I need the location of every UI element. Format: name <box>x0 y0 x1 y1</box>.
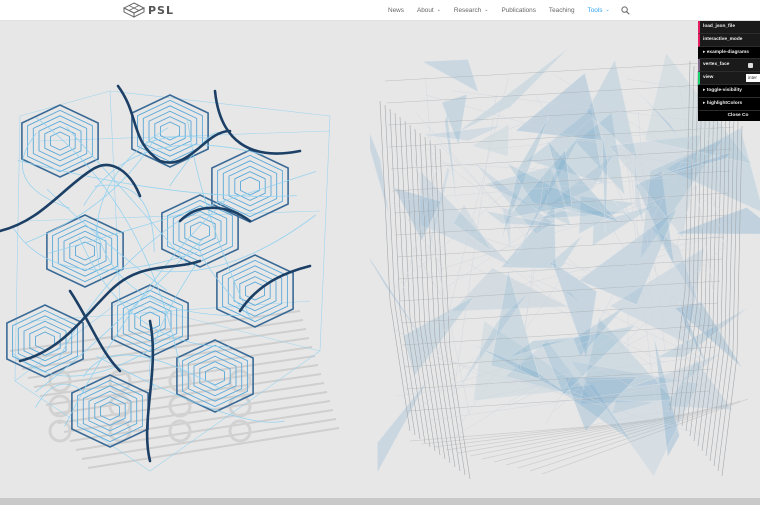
force-edge <box>400 357 475 428</box>
hex-ring <box>142 105 198 157</box>
nav-publications-label: Publications <box>501 6 536 14</box>
view-input[interactable]: inter <box>746 74 760 83</box>
control-panel: load_json_file interactive_mode ▸ exampl… <box>698 21 760 121</box>
form-diagram-viewport[interactable] <box>0 21 370 498</box>
polyhedron-face <box>377 380 428 473</box>
nav-about-label: About <box>416 6 434 14</box>
chevron-down-icon: ⌄ <box>436 7 441 13</box>
vertex-face-label: vertex_face <box>703 62 730 68</box>
wire-band <box>58 216 186 359</box>
nav-tools[interactable]: Tools ⌄ <box>588 7 610 14</box>
logo-text: PSL <box>148 3 174 17</box>
hex-ring <box>154 116 186 146</box>
hex-ring <box>172 205 228 257</box>
form-diagram-canvas[interactable] <box>0 21 370 498</box>
interactive-mode-label: interactive_mode <box>703 36 743 42</box>
hex-ring <box>222 259 288 323</box>
cage-edge <box>14 115 21 382</box>
interactive-mode-button[interactable]: interactive_mode <box>698 33 760 47</box>
chevron-down-icon: ⌄ <box>605 7 610 13</box>
hex-ring <box>240 176 260 196</box>
view-field-row: view inter <box>698 72 760 85</box>
cage-edge <box>14 300 121 382</box>
wire-band <box>169 132 221 187</box>
hex-ring <box>245 281 265 301</box>
load-json-file-label: load_json_file <box>703 24 735 29</box>
highlight-colors-label: highlightColors <box>706 100 743 106</box>
nav-teaching[interactable]: Teaching <box>549 7 575 14</box>
hex-ring <box>227 265 283 317</box>
nav-about[interactable]: About ⌄ <box>417 7 441 14</box>
close-controls-button[interactable]: Close Co <box>698 110 760 121</box>
structure-edge <box>238 264 312 313</box>
shadow-line <box>81 418 337 460</box>
nav-tools-label: Tools <box>587 6 603 14</box>
hex-ring <box>239 276 271 306</box>
view-label: view <box>703 75 714 81</box>
nav-research-label: Research <box>453 6 482 14</box>
toggle-visibility-label: toggle-visibility <box>706 87 742 93</box>
load-json-file-button[interactable]: load_json_file <box>698 21 760 34</box>
nav-teaching-label: Teaching <box>548 6 575 14</box>
hex-ring <box>228 165 272 207</box>
wire-band <box>83 144 264 206</box>
cage-edge <box>24 210 321 222</box>
polyhedron-face <box>421 59 479 93</box>
hex-ring <box>27 109 93 173</box>
wire-band <box>66 126 190 268</box>
structure-edge <box>213 89 302 155</box>
cage-edge <box>19 90 111 117</box>
search-icon[interactable] <box>621 5 630 15</box>
hex-ring <box>222 160 278 212</box>
example-diagrams-folder[interactable]: ▸ example-diagrams <box>698 46 760 60</box>
nav-news-label: News <box>388 6 404 14</box>
nav-publications[interactable]: Publications <box>501 7 535 14</box>
chevron-down-icon: ⌄ <box>484 7 489 13</box>
cage-edge <box>149 350 321 472</box>
horizontal-scrollbar[interactable] <box>0 498 760 505</box>
grid-frame <box>384 104 416 436</box>
top-navigation-bar: PSL News About ⌄ Research ⌄ Publications… <box>0 0 760 21</box>
site-logo[interactable]: PSL <box>123 2 174 18</box>
grid-frame <box>379 100 411 432</box>
hex-ring <box>190 221 210 241</box>
vertex-face-toggle[interactable]: vertex_face <box>698 59 760 73</box>
example-diagrams-label: example-diagrams <box>706 49 749 55</box>
logo-cube-icon <box>123 2 145 18</box>
hex-ring <box>50 131 70 151</box>
shadow-ring <box>168 369 192 393</box>
nav-research[interactable]: Research ⌄ <box>454 7 489 14</box>
polyhedron-face <box>370 132 390 217</box>
grid-frame <box>389 108 421 440</box>
wire-band <box>25 139 155 244</box>
wire-band <box>46 188 168 291</box>
nav-news[interactable]: News <box>388 7 404 14</box>
highlight-colors-folder[interactable]: ▸ highlightColors <box>698 97 760 111</box>
cage-edge <box>319 115 331 352</box>
toggle-visibility-folder[interactable]: ▸ toggle-visibility <box>698 84 760 98</box>
polyhedron-face <box>675 207 760 235</box>
main-nav: News About ⌄ Research ⌄ Publications Tea… <box>388 0 630 20</box>
vertex-face-checkbox[interactable] <box>748 63 753 69</box>
wire-band <box>11 225 198 271</box>
grid-frame <box>404 120 436 452</box>
hex-ring <box>44 126 76 156</box>
